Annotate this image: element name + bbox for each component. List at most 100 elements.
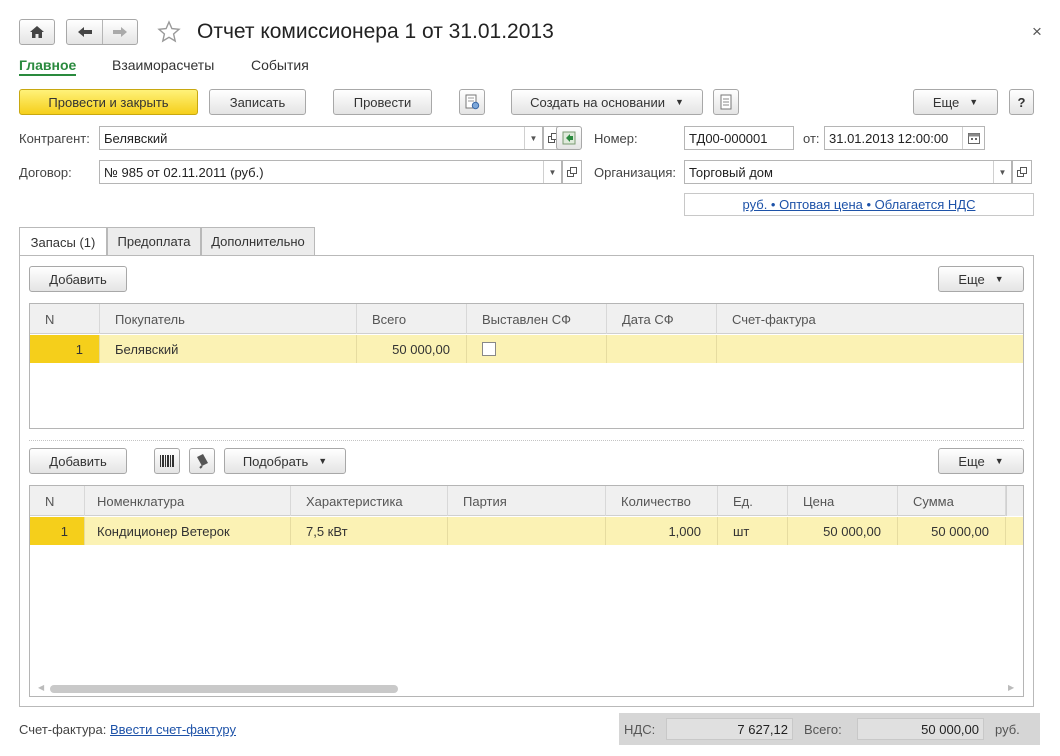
row-number: 1 [30,517,85,545]
buyers-table: N Покупатель Всего Выставлен СФ Дата СФ … [29,303,1024,429]
barcode-button[interactable] [154,448,180,474]
pick-button[interactable]: Подобрать ▼ [224,448,346,474]
chevron-down-icon[interactable]: ▼ [524,127,542,149]
tab-stocks[interactable]: Запасы (1) [19,227,107,256]
star-favorite-icon[interactable] [157,20,181,47]
buyers-more-button[interactable]: Еще ▼ [938,266,1024,292]
date-label: от: [803,131,820,146]
splitter[interactable] [29,440,1024,441]
more-label: Еще [958,453,985,469]
row-invoice[interactable] [717,335,1023,363]
create-based-on-label: Создать на основании [530,94,665,110]
contract-field[interactable]: № 985 от 02.11.2011 (руб.) ▼ [99,160,562,184]
table-header: N Номенклатура Характеристика Партия Кол… [30,486,1023,516]
post-button[interactable]: Провести [333,89,432,115]
col-price[interactable]: Цена [788,486,898,516]
row-invoiced[interactable] [467,335,607,363]
goods-table: N Номенклатура Характеристика Партия Кол… [29,485,1024,697]
report-button[interactable] [459,89,485,115]
col-item[interactable]: Номенклатура [85,486,291,516]
chevron-down-icon[interactable]: ▼ [543,161,561,183]
nav-events[interactable]: События [251,57,309,73]
row-item[interactable]: Кондиционер Ветерок [85,517,291,545]
row-batch[interactable] [448,517,606,545]
invoiced-checkbox[interactable] [482,342,496,356]
print-button[interactable] [713,89,739,115]
enter-invoice-link[interactable]: Ввести счет-фактуру [110,722,236,737]
chevron-down-icon: ▼ [994,456,1004,466]
number-value: ТД00-000001 [689,130,768,146]
chevron-down-icon: ▼ [994,274,1004,284]
horizontal-scrollbar[interactable]: ◀ ▶ [30,682,1023,696]
home-button[interactable] [19,19,55,45]
vertical-scrollbar[interactable] [1006,486,1023,516]
open-organization-button[interactable] [1012,160,1032,184]
row-buyer[interactable]: Белявский [100,335,357,363]
col-invoice[interactable]: Счет-фактура [717,304,1023,334]
page-title: Отчет комиссионера 1 от 31.01.2013 [197,20,554,43]
row-number: 1 [30,335,100,363]
back-button[interactable] [67,20,103,44]
organization-field[interactable]: Торговый дом ▼ [684,160,1012,184]
price-settings-link[interactable]: руб. • Оптовая цена • Облагается НДС [743,197,976,212]
total-value: 50 000,00 [857,718,984,740]
calendar-icon[interactable] [962,127,984,149]
col-buyer[interactable]: Покупатель [100,304,357,334]
counterparty-action-button[interactable] [556,126,582,150]
table-row[interactable]: 1 Кондиционер Ветерок 7,5 кВт 1,000 шт 5… [30,517,1023,545]
open-icon [1017,167,1027,177]
forward-button[interactable] [103,20,137,44]
date-field[interactable]: 31.01.2013 12:00:00 [824,126,985,150]
table-header: N Покупатель Всего Выставлен СФ Дата СФ … [30,304,1023,334]
more-button[interactable]: Еще ▼ [913,89,998,115]
nav-main[interactable]: Главное [19,57,77,76]
col-batch[interactable]: Партия [448,486,606,516]
row-quantity[interactable]: 1,000 [606,517,718,545]
col-unit[interactable]: Ед. [718,486,788,516]
scanner-icon [197,454,208,469]
tab-additional[interactable]: Дополнительно [201,227,315,255]
table-row[interactable]: 1 Белявский 50 000,00 [30,335,1023,363]
chevron-down-icon: ▼ [969,97,979,107]
organization-label: Организация: [594,165,677,180]
add-buyer-button[interactable]: Добавить [29,266,127,292]
col-n[interactable]: N [30,486,85,516]
chevron-down-icon[interactable]: ▼ [993,161,1011,183]
col-n[interactable]: N [30,304,100,334]
add-goods-button[interactable]: Добавить [29,448,127,474]
arrow-left-icon [77,27,92,37]
col-invoiced[interactable]: Выставлен СФ [467,304,607,334]
post-and-close-button[interactable]: Провести и закрыть [19,89,198,115]
close-icon[interactable]: × [1032,22,1042,42]
row-sum[interactable]: 50 000,00 [898,517,1006,545]
number-field[interactable]: ТД00-000001 [684,126,794,150]
help-button[interactable]: ? [1009,89,1034,115]
scanner-button[interactable] [189,448,215,474]
col-quantity[interactable]: Количество [606,486,718,516]
goods-more-button[interactable]: Еще ▼ [938,448,1024,474]
scrollbar-thumb[interactable] [50,685,398,693]
arrow-right-icon [113,27,127,37]
row-price[interactable]: 50 000,00 [788,517,898,545]
tab-prepayment[interactable]: Предоплата [107,227,201,255]
create-based-on-button[interactable]: Создать на основании ▼ [511,89,703,115]
col-characteristic[interactable]: Характеристика [291,486,448,516]
row-invoice-date[interactable] [607,335,717,363]
nav-settlements[interactable]: Взаиморасчеты [112,57,214,73]
chevron-down-icon: ▼ [674,97,684,107]
save-button[interactable]: Записать [209,89,306,115]
contract-value: № 985 от 02.11.2011 (руб.) [104,164,264,180]
more-label: Еще [958,271,985,287]
document-settings-icon [465,94,480,110]
col-invoice-date[interactable]: Дата СФ [607,304,717,334]
scroll-left-icon[interactable]: ◀ [38,683,44,692]
open-contract-button[interactable] [562,160,582,184]
row-unit[interactable]: шт [718,517,788,545]
row-total[interactable]: 50 000,00 [357,335,467,363]
row-characteristic[interactable]: 7,5 кВт [291,517,448,545]
col-total[interactable]: Всего [357,304,467,334]
scroll-right-icon[interactable]: ▶ [1008,683,1014,692]
price-settings-box: руб. • Оптовая цена • Облагается НДС [684,193,1034,216]
col-sum[interactable]: Сумма [898,486,1006,516]
counterparty-field[interactable]: Белявский ▼ [99,126,543,150]
